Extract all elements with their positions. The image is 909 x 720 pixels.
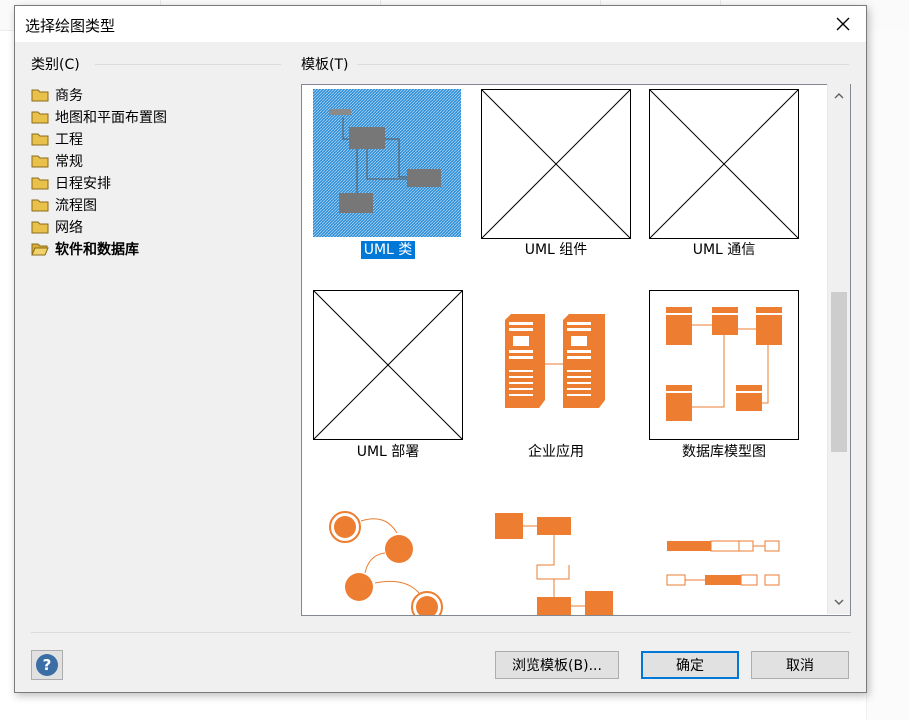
close-button[interactable] — [820, 6, 866, 42]
template-uml-class[interactable]: UML 类 — [313, 89, 463, 264]
folder-icon — [31, 177, 49, 190]
category-label: 地图和平面布置图 — [55, 110, 167, 126]
help-icon: ? — [36, 654, 58, 676]
template-uml-deployment[interactable]: UML 部署 — [313, 290, 463, 465]
svg-text:?: ? — [43, 656, 52, 674]
template-label: UML 通信 — [692, 242, 756, 258]
template-state-machine[interactable] — [313, 491, 463, 615]
dialog-title: 选择绘图类型 — [25, 17, 116, 35]
template-label: 数据库模型图 — [682, 444, 766, 460]
template-label: UML 类 — [360, 241, 416, 259]
categories-label: 类别(C) — [31, 57, 80, 73]
category-label: 商务 — [55, 88, 83, 104]
category-label: 常规 — [55, 154, 83, 170]
placeholder-thumbnail — [649, 89, 799, 239]
template-label: UML 组件 — [524, 242, 588, 258]
database-model-thumbnail — [649, 290, 799, 440]
folder-icon — [31, 221, 49, 234]
categories-label-line — [95, 64, 281, 65]
sequence-thumbnail — [666, 540, 780, 586]
template-sequence[interactable] — [649, 491, 799, 615]
scroll-down-button[interactable] — [828, 591, 850, 613]
category-label: 流程图 — [55, 198, 97, 214]
category-label: 日程安排 — [55, 176, 111, 192]
chevron-up-icon — [834, 93, 844, 99]
category-item-flowchart[interactable]: 流程图 — [31, 194, 291, 216]
title-bar: 选择绘图类型 — [15, 6, 866, 42]
category-item-maps-floorplans[interactable]: 地图和平面布置图 — [31, 106, 291, 128]
footer-separator — [31, 632, 851, 633]
category-label: 工程 — [55, 132, 83, 148]
template-uml-component[interactable]: UML 组件 — [481, 89, 631, 264]
template-database-model[interactable]: 数据库模型图 — [649, 290, 799, 465]
category-item-engineering[interactable]: 工程 — [31, 128, 291, 150]
template-enterprise-application[interactable]: 企业应用 — [481, 290, 631, 465]
scroll-thumb[interactable] — [831, 292, 847, 452]
folder-icon — [31, 199, 49, 212]
placeholder-thumbnail — [313, 290, 463, 440]
browse-templates-button[interactable]: 浏览模板(B)... — [495, 651, 619, 679]
templates-label-line — [357, 64, 849, 65]
category-item-software-database[interactable]: 软件和数据库 — [31, 238, 291, 260]
folder-icon — [31, 133, 49, 146]
uml-class-thumbnail — [313, 89, 461, 237]
state-machine-thumbnail — [329, 511, 443, 615]
template-grid: UML 类 UML 组件 UML 通信 UML 部署 企业应用 数据库模型图 — [301, 84, 851, 616]
background-panel — [866, 30, 909, 720]
category-item-schedule[interactable]: 日程安排 — [31, 172, 291, 194]
flow-thumbnail — [495, 513, 613, 615]
folder-icon — [31, 155, 49, 168]
template-label: 企业应用 — [528, 444, 584, 460]
servers-thumbnail — [505, 314, 605, 408]
choose-drawing-type-dialog: 选择绘图类型 类别(C) 模板(T) 商务 地图和平面布置图 工程 常规 日程安… — [14, 5, 867, 693]
help-button[interactable]: ? — [31, 650, 63, 680]
category-item-business[interactable]: 商务 — [31, 84, 291, 106]
placeholder-thumbnail — [481, 89, 631, 239]
category-list: 商务 地图和平面布置图 工程 常规 日程安排 流程图 网络 软件和数据库 — [31, 84, 291, 260]
templates-label: 模板(T) — [301, 57, 349, 73]
template-uml-communication[interactable]: UML 通信 — [649, 89, 799, 264]
open-folder-icon — [31, 243, 49, 256]
ok-button[interactable]: 确定 — [641, 651, 739, 679]
template-scrollbar[interactable] — [827, 84, 850, 614]
category-item-network[interactable]: 网络 — [31, 216, 291, 238]
template-label: UML 部署 — [356, 444, 420, 460]
folder-icon — [31, 111, 49, 124]
cancel-button[interactable]: 取消 — [751, 651, 849, 679]
category-label: 软件和数据库 — [55, 242, 139, 258]
template-flow[interactable] — [481, 491, 631, 615]
chevron-down-icon — [834, 599, 844, 605]
category-item-general[interactable]: 常规 — [31, 150, 291, 172]
category-label: 网络 — [55, 220, 83, 236]
folder-icon — [31, 89, 49, 102]
close-icon — [836, 17, 850, 31]
scroll-up-button[interactable] — [828, 85, 850, 107]
